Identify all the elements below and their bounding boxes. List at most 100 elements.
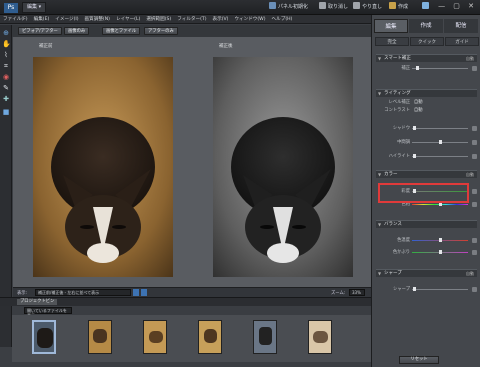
slider-row: ハイライト [378,153,477,160]
thumbnail[interactable] [253,320,277,354]
highlights-slider[interactable] [412,154,468,158]
after-only-button[interactable]: アフターのみ [144,27,178,35]
heal-tool-icon[interactable]: ✚ [2,95,10,103]
mode-dropdown[interactable]: 編集 ▾ [22,2,47,13]
subtab-guided[interactable]: ガイド [445,37,479,46]
auto-button[interactable]: 自動 [466,270,474,278]
section-sharpen[interactable]: ▼ シャープ 自動 [376,269,477,277]
create-button[interactable]: 作成 [386,2,411,13]
reset-panels-button[interactable]: パネル初期化 [266,2,311,13]
color-swatch-icon[interactable]: ■ [2,108,10,116]
reset-button[interactable]: リセット [399,356,439,364]
menu-select[interactable]: 選択範囲(S) [143,15,174,24]
tint-slider[interactable] [412,250,468,254]
tab-edit[interactable]: 編集 [374,19,408,33]
layout-icon[interactable] [141,289,147,296]
brush-tool-icon[interactable]: ✎ [2,84,10,92]
lightbulb-icon[interactable] [472,140,477,145]
menu-help[interactable]: ヘルプ(H) [269,15,296,24]
levels-auto-button[interactable]: 自動 [414,99,423,106]
section-color[interactable]: ▼ カラー 自動 [376,170,477,178]
title-bar: Ps 編集 ▾ パネル初期化 取り消し やり直し 作成 — ▢ ✕ [0,0,480,15]
slider-knob[interactable] [416,66,420,70]
slider-row: 中間調 [378,139,477,146]
tab-create[interactable]: 作成 [409,19,443,33]
lightbulb-icon[interactable] [472,287,477,292]
zoom-label: ズーム: [331,291,346,296]
subtab-quick[interactable]: クイック [410,37,444,46]
collapse-icon: ▼ [378,56,382,61]
sharpen-slider[interactable] [412,287,468,291]
slider-knob[interactable] [413,287,417,291]
zoom-select[interactable]: 33% [349,289,365,296]
lightbulb-icon[interactable] [472,202,477,207]
image-only-button[interactable]: 画像のみ [64,27,90,35]
home-button[interactable] [422,2,432,13]
redo-button[interactable]: やり直し [350,2,385,13]
menu-image[interactable]: イメージ(I) [52,15,81,24]
shadows-slider[interactable] [412,126,468,130]
crop-tool-icon[interactable]: ⌗ [2,62,10,70]
fix-slider[interactable] [412,66,468,70]
lightbulb-icon[interactable] [472,250,477,255]
app-window: Ps 編集 ▾ パネル初期化 取り消し やり直し 作成 — ▢ ✕ ファイル(F… [0,0,480,367]
menu-view[interactable]: 表示(V) [210,15,232,24]
image-and-file-button[interactable]: 画像とファイル [102,27,141,35]
swap-icon[interactable] [133,289,139,296]
create-icon [389,2,396,9]
menu-enhance[interactable]: 画質調整(N) [82,15,113,24]
lightbulb-icon[interactable] [472,154,477,159]
midtones-slider[interactable] [412,140,468,144]
auto-button[interactable]: 自動 [466,55,474,63]
slider-knob[interactable] [413,126,417,130]
undo-icon [319,2,326,9]
menu-layer[interactable]: レイヤー(L) [113,15,143,24]
lightbulb-icon[interactable] [472,189,477,194]
lightbulb-icon[interactable] [472,126,477,131]
temperature-slider[interactable] [412,238,468,242]
project-bin-title[interactable]: プロジェクトビン [17,299,58,305]
menu-file[interactable]: ファイル(F) [0,15,31,24]
hue-slider[interactable] [412,202,468,206]
thumbnail[interactable] [198,320,222,354]
quick-select-tool-icon[interactable]: ⌇ [2,51,10,59]
lightbulb-icon[interactable] [472,238,477,243]
bin-show-select[interactable]: 開いているファイルを表示 [24,307,72,318]
before-photo[interactable] [33,57,173,277]
app-logo: Ps [4,3,18,13]
slider-knob[interactable] [438,250,442,254]
after-photo[interactable] [213,57,353,277]
slider-knob[interactable] [438,238,442,242]
slider-row: シャープ [378,286,477,293]
after-label: 補正後 [219,44,233,49]
window-controls[interactable]: — ▢ ✕ [438,2,477,10]
slider-knob[interactable] [438,140,442,144]
section-balance[interactable]: ▼ バランス [376,220,477,228]
red-eye-tool-icon[interactable]: ◉ [2,73,10,81]
thumbnail[interactable] [308,320,332,354]
slider-row: 色温度 [378,237,477,244]
menu-window[interactable]: ウィンドウ(W) [231,15,268,24]
tab-share[interactable]: 配信 [444,19,478,33]
undo-button[interactable]: 取り消し [316,2,351,13]
lightbulb-icon[interactable] [472,66,477,71]
view-mode-bar: ビフォア/アフター 画像のみ 画像とファイル アフターのみ [12,25,371,37]
thumbnail[interactable] [88,320,112,354]
thumbnail-selected[interactable] [32,320,56,354]
view-select[interactable]: 補正前/補正後 - 左右に並べて表示 [35,289,131,296]
menu-edit[interactable]: 編集(E) [31,15,53,24]
canvas-area: 補正前 補正後 [13,37,371,287]
menu-filter[interactable]: フィルター(T) [174,15,209,24]
thumbnail[interactable] [143,320,167,354]
auto-button[interactable]: 自動 [466,171,474,179]
slider-knob[interactable] [413,154,417,158]
section-smart-fix[interactable]: ▼ スマート補正 自動 [376,54,477,62]
section-lighting[interactable]: ▼ ライティング [376,89,477,97]
zoom-tool-icon[interactable]: ⊕ [2,29,10,37]
contrast-auto-button[interactable]: 自動 [414,107,423,114]
subtab-full[interactable]: 完全 [375,37,409,46]
hand-tool-icon[interactable]: ✋ [2,40,11,48]
before-after-button[interactable]: ビフォア/アフター [18,27,62,35]
view-options-bar: 表示: 補正前/補正後 - 左右に並べて表示 ズーム: 33% [13,287,371,297]
collapse-icon: ▼ [378,172,382,177]
